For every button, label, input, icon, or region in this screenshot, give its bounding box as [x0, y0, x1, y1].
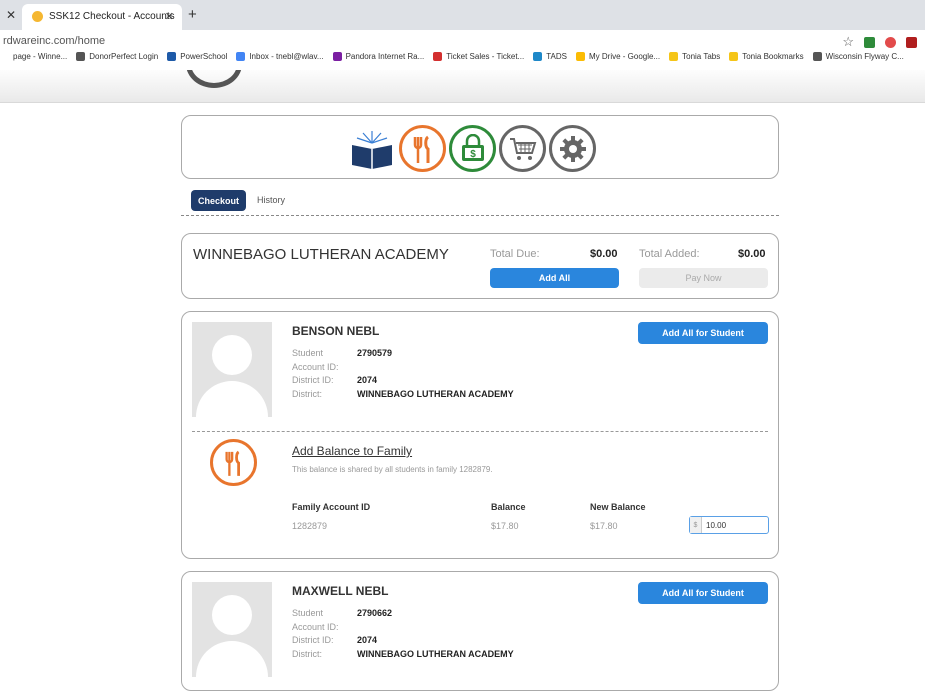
extension-icon[interactable]	[885, 36, 896, 48]
bookmark-icon	[812, 52, 822, 61]
bookmark-item[interactable]: DonorPerfect Login	[76, 52, 158, 61]
bookmark-item[interactable]: PowerSchool	[167, 52, 227, 61]
student-name: MAXWELL NEBL	[292, 584, 389, 598]
bookmark-item[interactable]: Tonia Bookmarks	[729, 52, 804, 61]
district-row: District: WINNEBAGO LUTHERAN ACADEMY	[292, 389, 514, 399]
bookmark-label: Tonia Tabs	[682, 52, 721, 61]
col-family-account-id: Family Account ID	[292, 502, 371, 512]
fork-knife-icon	[210, 439, 257, 486]
school-summary-card: WINNEBAGO LUTHERAN ACADEMY Total Due: $0…	[181, 233, 779, 299]
bookmarks-bar: page - Winne... DonorPerfect Login PowerSc…	[0, 52, 925, 70]
tab-title: SSK12 Checkout - Accounts	[49, 11, 175, 22]
add-all-for-student-button[interactable]: Add All for Student	[638, 582, 768, 604]
avatar	[192, 582, 272, 677]
total-due-label: Total Due:	[490, 248, 540, 260]
bookmark-label: PowerSchool	[180, 52, 228, 61]
bookmark-label: Inbox - tnebl@wlav...	[249, 52, 324, 61]
district-id-row: District ID: 2074	[292, 375, 378, 385]
fork-knife-icon[interactable]	[399, 125, 446, 172]
divider	[181, 215, 779, 216]
total-added-label: Total Added:	[639, 248, 700, 260]
balance-value: $17.80	[491, 521, 519, 531]
tab-checkout[interactable]: Checkout	[191, 190, 246, 211]
tab-close-icon[interactable]: ✕	[165, 10, 174, 23]
district-row: District: WINNEBAGO LUTHERAN ACADEMY	[292, 649, 514, 659]
account-id-row: Account ID:	[292, 622, 339, 632]
bookmark-icon	[236, 52, 246, 61]
logo	[186, 70, 242, 88]
balance-description: This balance is shared by all students i…	[292, 465, 493, 474]
student-card: MAXWELL NEBL Add All for Student Student…	[181, 571, 779, 691]
add-all-for-student-button[interactable]: Add All for Student	[638, 322, 768, 344]
browser-tab[interactable]: SSK12 Checkout - Accounts ✕	[22, 4, 182, 30]
extension-icon[interactable]	[864, 36, 875, 48]
bookmark-icon	[533, 52, 543, 61]
bookmark-icon	[729, 52, 739, 61]
shopping-cart-icon[interactable]	[499, 125, 546, 172]
bookmark-label: Wisconsin Flyway C...	[825, 52, 904, 61]
bookmark-item[interactable]: Inbox - tnebl@wlav...	[236, 52, 324, 61]
pay-now-button[interactable]: Pay Now	[639, 268, 768, 288]
student-card: BENSON NEBL Add All for Student Student 2…	[181, 311, 779, 559]
avatar	[192, 322, 272, 417]
currency-prefix: $	[690, 517, 702, 533]
bookmark-label: My Drive - Google...	[588, 52, 661, 61]
bookmark-icon	[669, 52, 679, 61]
student-name: BENSON NEBL	[292, 324, 380, 338]
money-icon[interactable]: $	[449, 125, 496, 172]
district-id-row: District ID: 2074	[292, 635, 378, 645]
url-text[interactable]: rdwareinc.com/home	[3, 35, 105, 47]
bookmark-label: Tonia Bookmarks	[742, 52, 804, 61]
page-header	[0, 70, 925, 103]
svg-text:$: $	[470, 149, 476, 160]
school-name: WINNEBAGO LUTHERAN ACADEMY	[193, 246, 449, 263]
address-bar[interactable]: rdwareinc.com/home ☆	[0, 30, 925, 52]
divider	[192, 431, 768, 432]
bookmark-label: Ticket Sales - Ticket...	[446, 52, 525, 61]
total-added-value: $0.00	[738, 248, 766, 260]
bookmark-item[interactable]: Ticket Sales - Ticket...	[433, 52, 524, 61]
bookmark-label: Pandora Internet Ra...	[345, 52, 425, 61]
star-icon[interactable]: ☆	[842, 34, 854, 50]
tab-history[interactable]: History	[257, 195, 285, 205]
module-nav-card: $	[181, 115, 779, 179]
amount-field[interactable]: $	[689, 516, 769, 534]
bookmark-item[interactable]: Tonia Tabs	[669, 52, 720, 61]
student-id-row: Student 2790662	[292, 608, 393, 618]
new-tab-icon[interactable]: +	[188, 6, 197, 23]
bookmark-icon	[433, 52, 443, 61]
bookmark-item[interactable]: TADS	[533, 52, 567, 61]
amount-input[interactable]	[706, 519, 766, 531]
total-due-value: $0.00	[590, 248, 618, 260]
student-id-row: Student 2790579	[292, 348, 393, 358]
bookmark-item[interactable]: Wisconsin Flyway C...	[812, 52, 904, 61]
bookmark-icon	[76, 52, 86, 61]
add-all-button[interactable]: Add All	[490, 268, 619, 288]
bookmark-icon	[575, 52, 585, 61]
bookmark-item[interactable]: Pandora Internet Ra...	[332, 52, 425, 61]
favicon-icon	[32, 11, 43, 22]
new-balance-value: $17.80	[590, 521, 618, 531]
bookmark-label: TADS	[546, 52, 567, 61]
bookmark-icon	[332, 52, 342, 61]
browser-tab-strip: ✕ SSK12 Checkout - Accounts ✕ +	[0, 0, 925, 30]
close-tab-icon[interactable]: ✕	[6, 8, 16, 22]
bookmark-label: page - Winne...	[13, 52, 68, 61]
books-icon[interactable]	[349, 125, 396, 172]
family-account-id: 1282879	[292, 521, 328, 531]
bookmark-icon	[167, 52, 177, 61]
col-new-balance: New Balance	[590, 502, 646, 512]
account-id-row: Account ID:	[292, 362, 339, 372]
bookmark-item[interactable]: My Drive - Google...	[575, 52, 661, 61]
bookmark-icon	[0, 52, 9, 61]
shield-icon[interactable]	[906, 36, 917, 48]
col-balance: Balance	[491, 502, 526, 512]
bookmark-item[interactable]: page - Winne...	[0, 52, 67, 61]
bookmark-label: DonorPerfect Login	[89, 52, 159, 61]
add-balance-title[interactable]: Add Balance to Family	[292, 444, 412, 458]
gear-icon[interactable]	[549, 125, 596, 172]
